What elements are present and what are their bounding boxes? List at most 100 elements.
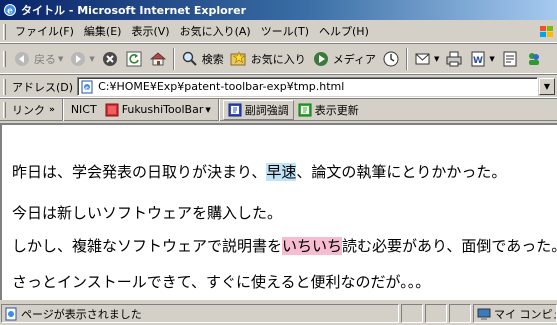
home-button[interactable] (146, 47, 170, 71)
windows-logo-icon (537, 23, 557, 41)
refresh-icon (126, 51, 142, 66)
toolbar-separator (172, 47, 175, 70)
svg-text:W: W (473, 56, 483, 66)
address-value: C:¥HOME¥Exp¥patent-toolbar-exp¥tmp.html (98, 80, 345, 93)
mail-icon (415, 53, 430, 64)
highlighted-adverb: いちいち (282, 237, 343, 255)
paragraph-3: しかし、複雑なソフトウェアで説明書をいちいち読む必要があり、面倒であった。 (12, 236, 557, 256)
address-grip[interactable] (3, 78, 6, 95)
address-dropdown-button[interactable]: ▼ (539, 78, 555, 95)
links-chevron-button[interactable]: » (49, 105, 59, 115)
svg-text:e: e (7, 7, 13, 17)
back-arrow-icon (15, 51, 29, 66)
links-label: リンク (12, 103, 45, 117)
refresh-display-button[interactable]: 表示更新 (294, 100, 363, 120)
menu-tools[interactable]: ツール(T) (256, 23, 314, 41)
toolbar-separator (406, 47, 409, 70)
adverb-emphasis-label: 副詞強調 (244, 103, 289, 117)
status-zone[interactable]: マイ コンピュータ (473, 304, 557, 323)
link-nict-label: NICT (70, 103, 97, 116)
status-privacy-cell (449, 304, 471, 323)
edit-button[interactable]: W ▼ (466, 47, 497, 71)
status-message: ページが表示されました (1, 304, 399, 323)
svg-text:e: e (85, 85, 89, 91)
history-icon (383, 51, 399, 66)
home-icon (149, 51, 166, 65)
messenger-button[interactable] (522, 47, 546, 71)
page-content[interactable]: 昨日は、学会発表の日取りが決まり、早速、論文の執筆にとりかかった。 今日は新しい… (0, 123, 557, 300)
menu-favorites[interactable]: お気に入り(A) (175, 23, 256, 41)
mail-button[interactable]: ▼ (411, 47, 442, 71)
refresh-button[interactable] (122, 47, 146, 71)
forward-dropdown-icon[interactable]: ▼ (89, 55, 94, 63)
media-button[interactable]: メディア (309, 47, 379, 71)
paragraph-1-before: 昨日は、学会発表の日取りが決まり、 (12, 163, 267, 181)
link-fukushi-toolbar[interactable]: FukushiToolBar ▼ (101, 100, 215, 120)
menu-edit[interactable]: 編集(E) (79, 23, 127, 41)
standard-toolbar: 戻る ▼ ▼ 検索 お気に入り メディア ▼ W ▼ (0, 44, 557, 74)
window-title: タイトル - Microsoft Internet Explorer (21, 4, 246, 17)
messenger-icon (528, 52, 539, 65)
address-input[interactable]: e C:¥HOME¥Exp¥patent-toolbar-exp¥tmp.htm… (77, 77, 538, 96)
back-dropdown-icon[interactable]: ▼ (58, 55, 63, 63)
status-zone-text: マイ コンピュータ (494, 307, 556, 321)
paragraph-3-before: しかし、複雑なソフトウェアで説明書を (12, 237, 283, 255)
link-nict[interactable]: NICT (67, 100, 101, 120)
ie-logo-icon: e (3, 3, 17, 17)
menu-view[interactable]: 表示(V) (126, 23, 174, 41)
paragraph-1-after: 、論文の執筆にとりかかった。 (296, 163, 507, 181)
fukushi-dropdown-icon[interactable]: ▼ (205, 106, 210, 114)
status-progress-cell (401, 304, 423, 323)
links-separator (61, 98, 64, 121)
status-security-cell (425, 304, 447, 323)
favorites-button[interactable]: お気に入り (227, 47, 309, 71)
search-label: 検索 (201, 52, 224, 66)
word-edit-icon: W (471, 51, 485, 66)
search-icon (182, 51, 197, 66)
links-separator (217, 98, 220, 121)
forward-arrow-icon (71, 51, 86, 66)
refresh-display-icon (298, 103, 312, 116)
address-label: アドレス(D) (12, 80, 74, 94)
stop-button[interactable] (98, 47, 122, 71)
links-grip[interactable] (3, 101, 6, 118)
discuss-icon (503, 51, 517, 66)
history-button[interactable] (379, 47, 403, 71)
adverb-emphasis-button[interactable]: 副詞強調 (222, 99, 294, 120)
menu-file[interactable]: ファイル(F) (10, 23, 79, 41)
toolbar-red-icon (105, 103, 119, 116)
favorites-label: お気に入り (250, 52, 306, 66)
mail-dropdown-icon[interactable]: ▼ (434, 55, 439, 63)
toolbar-grip[interactable] (3, 50, 6, 67)
status-text: ページが表示されました (21, 307, 142, 321)
media-icon (313, 51, 328, 66)
paragraph-3-after: 読む必要があり、面倒であった。 (342, 237, 557, 255)
menu-help[interactable]: ヘルプ(H) (314, 23, 374, 41)
links-bar: リンク » NICT FukushiToolBar ▼ 副詞強調 表示更新 (0, 98, 557, 121)
print-icon (446, 51, 462, 66)
menu-grip[interactable] (3, 23, 6, 40)
page-done-icon (5, 307, 17, 320)
adverb-emphasis-icon (228, 103, 242, 116)
refresh-display-label: 表示更新 (314, 103, 359, 117)
paragraph-1: 昨日は、学会発表の日取りが決まり、早速、論文の執筆にとりかかった。 (12, 162, 506, 182)
print-button[interactable] (442, 47, 466, 71)
menu-bar: ファイル(F) 編集(E) 表示(V) お気に入り(A) ツール(T) ヘルプ(… (0, 21, 557, 43)
highlighted-adverb: 早速 (266, 163, 297, 181)
media-label: メディア (332, 52, 377, 66)
paragraph-4: さっとインストールできて、すぐに使えると便利なのだが。。。 (12, 273, 431, 291)
search-button[interactable]: 検索 (178, 47, 227, 71)
forward-button[interactable]: ▼ (66, 47, 97, 71)
paragraph-2: 今日は新しいソフトウェアを購入した。 (12, 204, 283, 222)
title-bar[interactable]: e タイトル - Microsoft Internet Explorer (0, 0, 557, 20)
status-bar: ページが表示されました マイ コンピュータ (0, 302, 557, 325)
page-icon: e (81, 80, 93, 93)
my-computer-icon (477, 308, 491, 320)
link-fukushi-toolbar-label: FukushiToolBar (121, 103, 204, 116)
edit-dropdown-icon[interactable]: ▼ (489, 55, 494, 63)
back-label: 戻る (34, 52, 56, 66)
stop-icon (102, 51, 117, 66)
discuss-button[interactable] (498, 47, 522, 71)
address-bar: アドレス(D) e C:¥HOME¥Exp¥patent-toolbar-exp… (0, 76, 557, 98)
back-button[interactable]: 戻る ▼ (10, 47, 66, 71)
